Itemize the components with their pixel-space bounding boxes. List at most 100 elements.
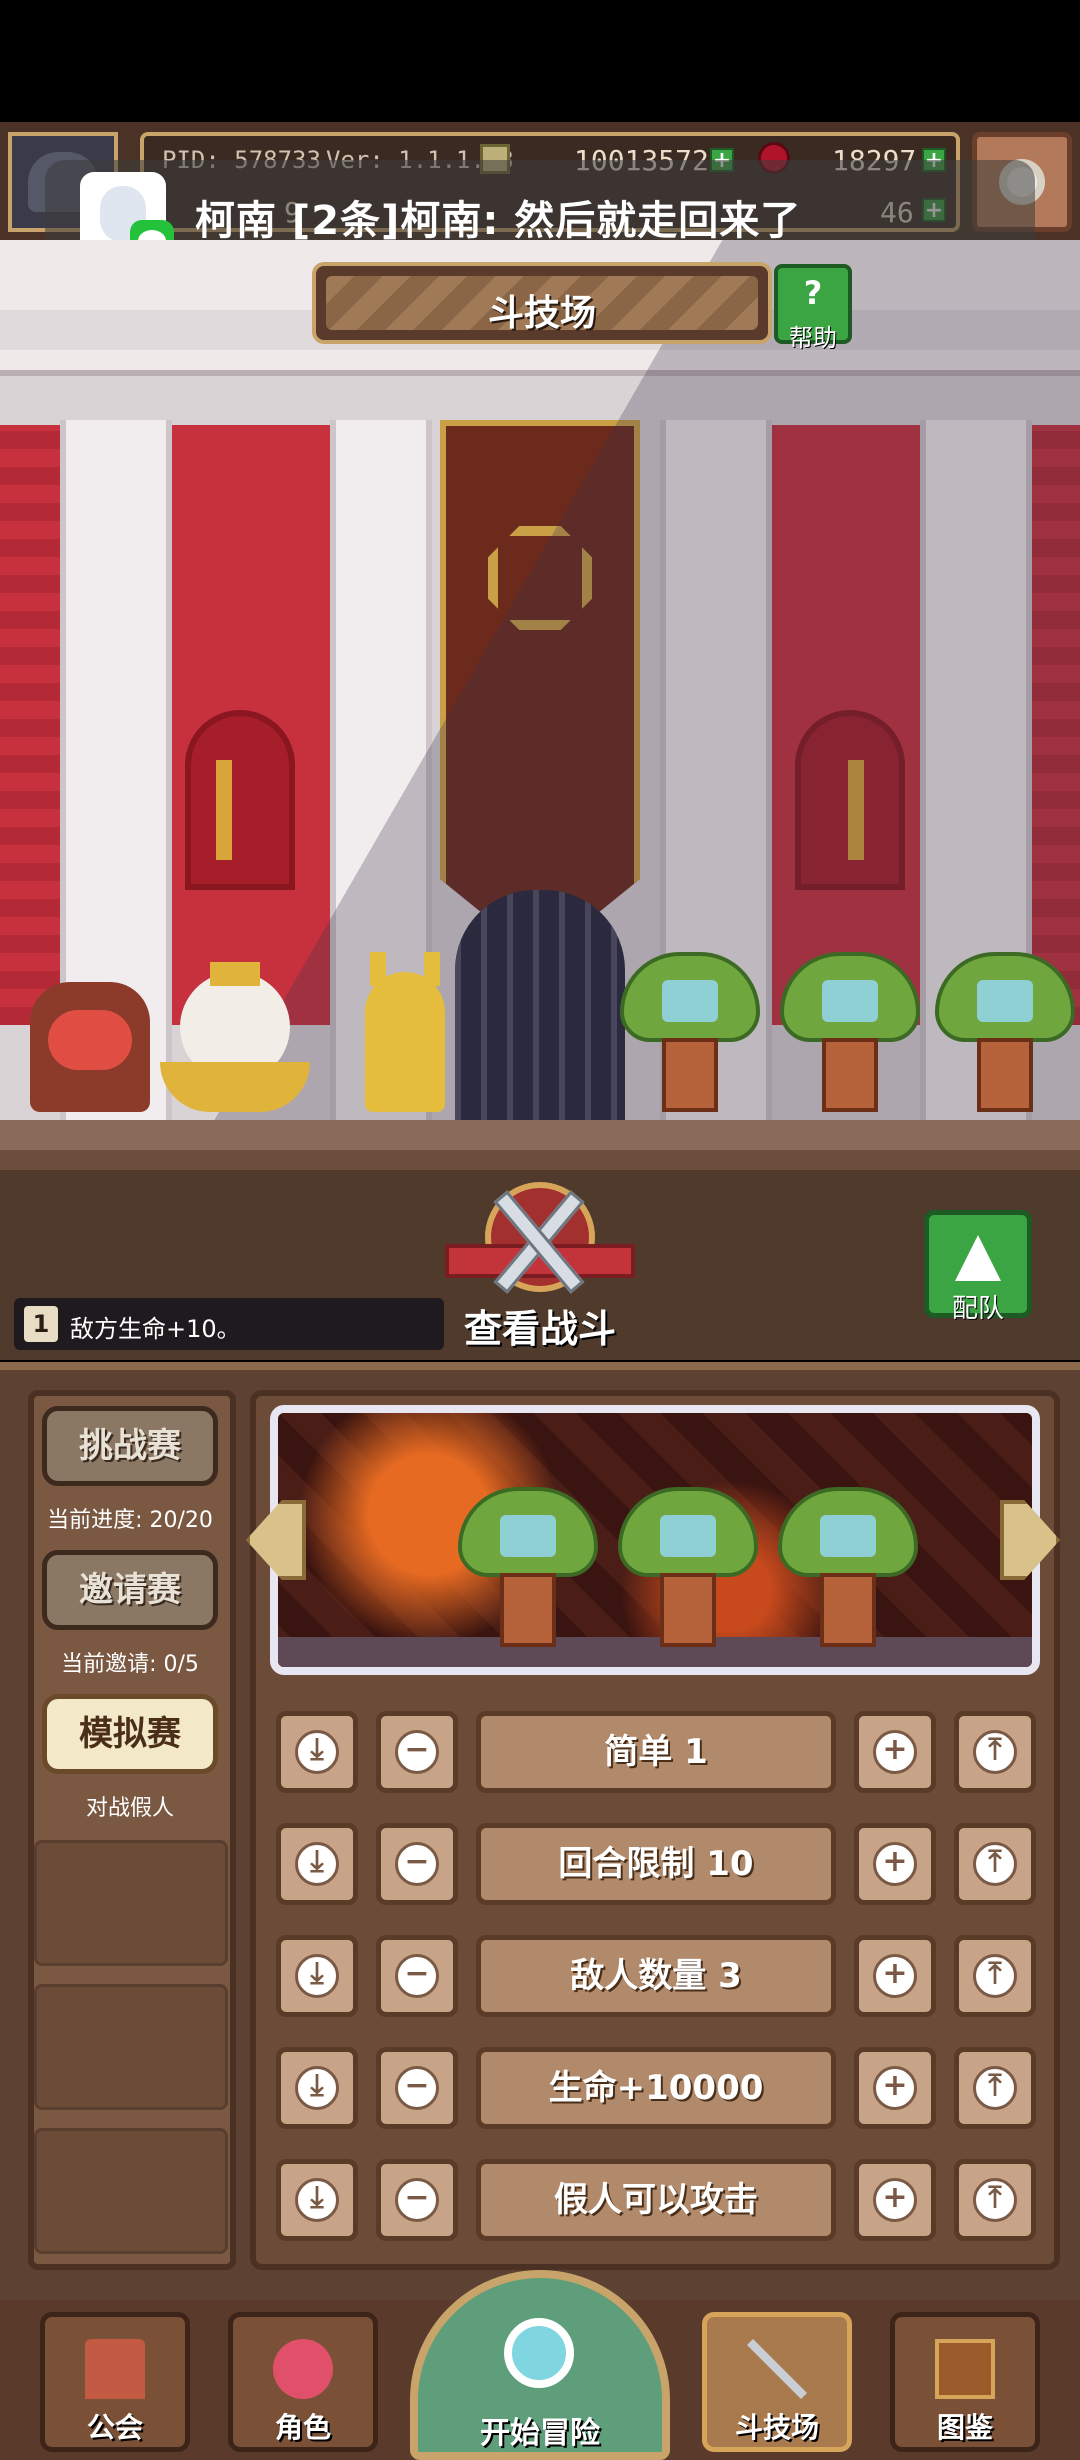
challenge-mode-button[interactable]: 挑战赛: [42, 1406, 218, 1486]
min-button[interactable]: ⤓: [276, 1711, 358, 1793]
setting-value: 回合限制 10: [476, 1823, 836, 1905]
decrease-button[interactable]: −: [376, 2047, 458, 2129]
max-button[interactable]: ⤒: [954, 1935, 1036, 2017]
min-button[interactable]: ⤓: [276, 1823, 358, 1905]
increase-button[interactable]: +: [854, 1711, 936, 1793]
dummy-face: [977, 980, 1033, 1022]
setting-row-dummy-attack: ⤓ − 假人可以攻击 + ⤒: [276, 2159, 1036, 2241]
increase-button[interactable]: +: [854, 2047, 936, 2129]
dummy-face: [500, 1515, 556, 1557]
simulation-mode-button[interactable]: 模拟赛: [42, 1694, 218, 1774]
invite-mode-button[interactable]: 邀请赛: [42, 1550, 218, 1630]
enemy-preview: [270, 1405, 1040, 1675]
setting-value: 生命+10000: [476, 2047, 836, 2129]
increase-button[interactable]: +: [854, 2159, 936, 2241]
min-button[interactable]: ⤓: [276, 1935, 358, 2017]
watch-battle-button[interactable]: 查看战斗: [435, 1298, 645, 1353]
character-face-icon: [273, 2339, 333, 2399]
dummy-trunk: [500, 1573, 556, 1647]
minus-icon: −: [404, 2068, 430, 2103]
start-adventure-label: 开始冒险: [480, 2416, 600, 2451]
plus-icon: +: [882, 1732, 908, 1767]
dummy-trunk: [660, 1573, 716, 1647]
nav-codex-label: 图鉴: [936, 2411, 993, 2444]
dummy-face: [662, 980, 718, 1022]
dummy-trunk: [977, 1038, 1033, 1112]
training-dummy[interactable]: [935, 952, 1075, 1112]
decrease-button[interactable]: −: [376, 1711, 458, 1793]
setting-row-enemy-count: ⤓ − 敌人数量 3 + ⤒: [276, 1935, 1036, 2017]
max-button[interactable]: ⤒: [954, 2047, 1036, 2129]
setting-value: 假人可以攻击: [476, 2159, 836, 2241]
arrow-down-bar-icon: ⤓: [310, 1732, 324, 1767]
hero-golden-knight[interactable]: [350, 952, 460, 1112]
crown-icon: [210, 962, 260, 986]
battle-effect: 1 敌方生命+10。: [14, 1298, 444, 1350]
empty-mode-slot: [34, 1840, 228, 1966]
arrow-down-bar-icon: ⤓: [310, 1956, 324, 1991]
hero-body: [365, 972, 445, 1112]
setting-row-round-limit: ⤓ − 回合限制 10 + ⤒: [276, 1823, 1036, 1905]
increase-button[interactable]: +: [854, 1935, 936, 2017]
empty-mode-slot: [34, 2128, 228, 2254]
min-button[interactable]: ⤓: [276, 2047, 358, 2129]
arrow-up-bar-icon: ⤒: [988, 2068, 1002, 2103]
hero-red-hair[interactable]: [30, 982, 150, 1112]
plus-icon: +: [882, 1956, 908, 1991]
arena-title: 斗技场: [312, 262, 772, 344]
min-button[interactable]: ⤓: [276, 2159, 358, 2241]
setting-row-difficulty: ⤓ − 简单 1 + ⤒: [276, 1711, 1036, 1793]
arrow-up-bar-icon: ⤒: [988, 1956, 1002, 1991]
max-button[interactable]: ⤒: [954, 1823, 1036, 1905]
max-button[interactable]: ⤒: [954, 2159, 1036, 2241]
effect-index: 1: [24, 1306, 58, 1342]
effect-text: 敌方生命+10。: [70, 1315, 241, 1343]
arrow-up-bar-icon: ⤒: [988, 1844, 1002, 1879]
hero-white-hair[interactable]: [160, 962, 310, 1112]
increase-button[interactable]: +: [854, 1823, 936, 1905]
book-icon: [935, 2339, 995, 2399]
preview-dummy: [618, 1487, 758, 1647]
setting-value: 敌人数量 3: [476, 1935, 836, 2017]
minus-icon: −: [404, 1844, 430, 1879]
training-dummy[interactable]: [780, 952, 920, 1112]
plus-icon: +: [882, 1844, 908, 1879]
arena-scene: [0, 240, 1080, 1150]
guild-house-icon: [85, 2339, 145, 2399]
challenge-progress: 当前进度: 20/20: [47, 1508, 213, 1533]
arrow-down-bar-icon: ⤓: [310, 2180, 324, 2215]
setting-row-health: ⤓ − 生命+10000 + ⤒: [276, 2047, 1036, 2129]
invite-count: 当前邀请: 0/5: [61, 1652, 199, 1677]
crossed-swords-icon: [747, 2339, 807, 2399]
notification-text: 柯南 [2条]柯南: 然后就走回来了: [195, 198, 802, 244]
game-screen: PID: 578733 Ver: 1.1.1.13 10013572 + 182…: [0, 0, 1080, 2460]
hero-hair: [48, 1010, 132, 1070]
dummy-trunk: [820, 1573, 876, 1647]
arena-floor: [0, 1120, 1080, 1150]
team-icon: [955, 1235, 1001, 1281]
preview-dummy: [778, 1487, 918, 1647]
magnifier-icon: [504, 2318, 574, 2388]
setting-value: 简单 1: [476, 1711, 836, 1793]
decrease-button[interactable]: −: [376, 1935, 458, 2017]
arrow-down-bar-icon: ⤓: [310, 2068, 324, 2103]
minus-icon: −: [404, 1732, 430, 1767]
max-button[interactable]: ⤒: [954, 1711, 1036, 1793]
minus-icon: −: [404, 2180, 430, 2215]
help-label: 帮助: [789, 324, 837, 352]
page-title: 斗技场: [487, 293, 596, 334]
decrease-button[interactable]: −: [376, 2159, 458, 2241]
arrow-up-bar-icon: ⤒: [988, 1732, 1002, 1767]
nav-characters-label: 角色: [274, 2411, 331, 2444]
dummy-face: [820, 1515, 876, 1557]
minus-icon: −: [404, 1956, 430, 1991]
decrease-button[interactable]: −: [376, 1823, 458, 1905]
preview-dummy: [458, 1487, 598, 1647]
arrow-up-bar-icon: ⤒: [988, 2180, 1002, 2215]
training-dummy[interactable]: [620, 952, 760, 1112]
empty-mode-slot: [34, 1984, 228, 2110]
crossed-swords-icon[interactable]: [445, 1182, 635, 1302]
nav-arena-label: 斗技场: [734, 2411, 819, 2444]
dummy-trunk: [822, 1038, 878, 1112]
plus-icon: +: [882, 2180, 908, 2215]
